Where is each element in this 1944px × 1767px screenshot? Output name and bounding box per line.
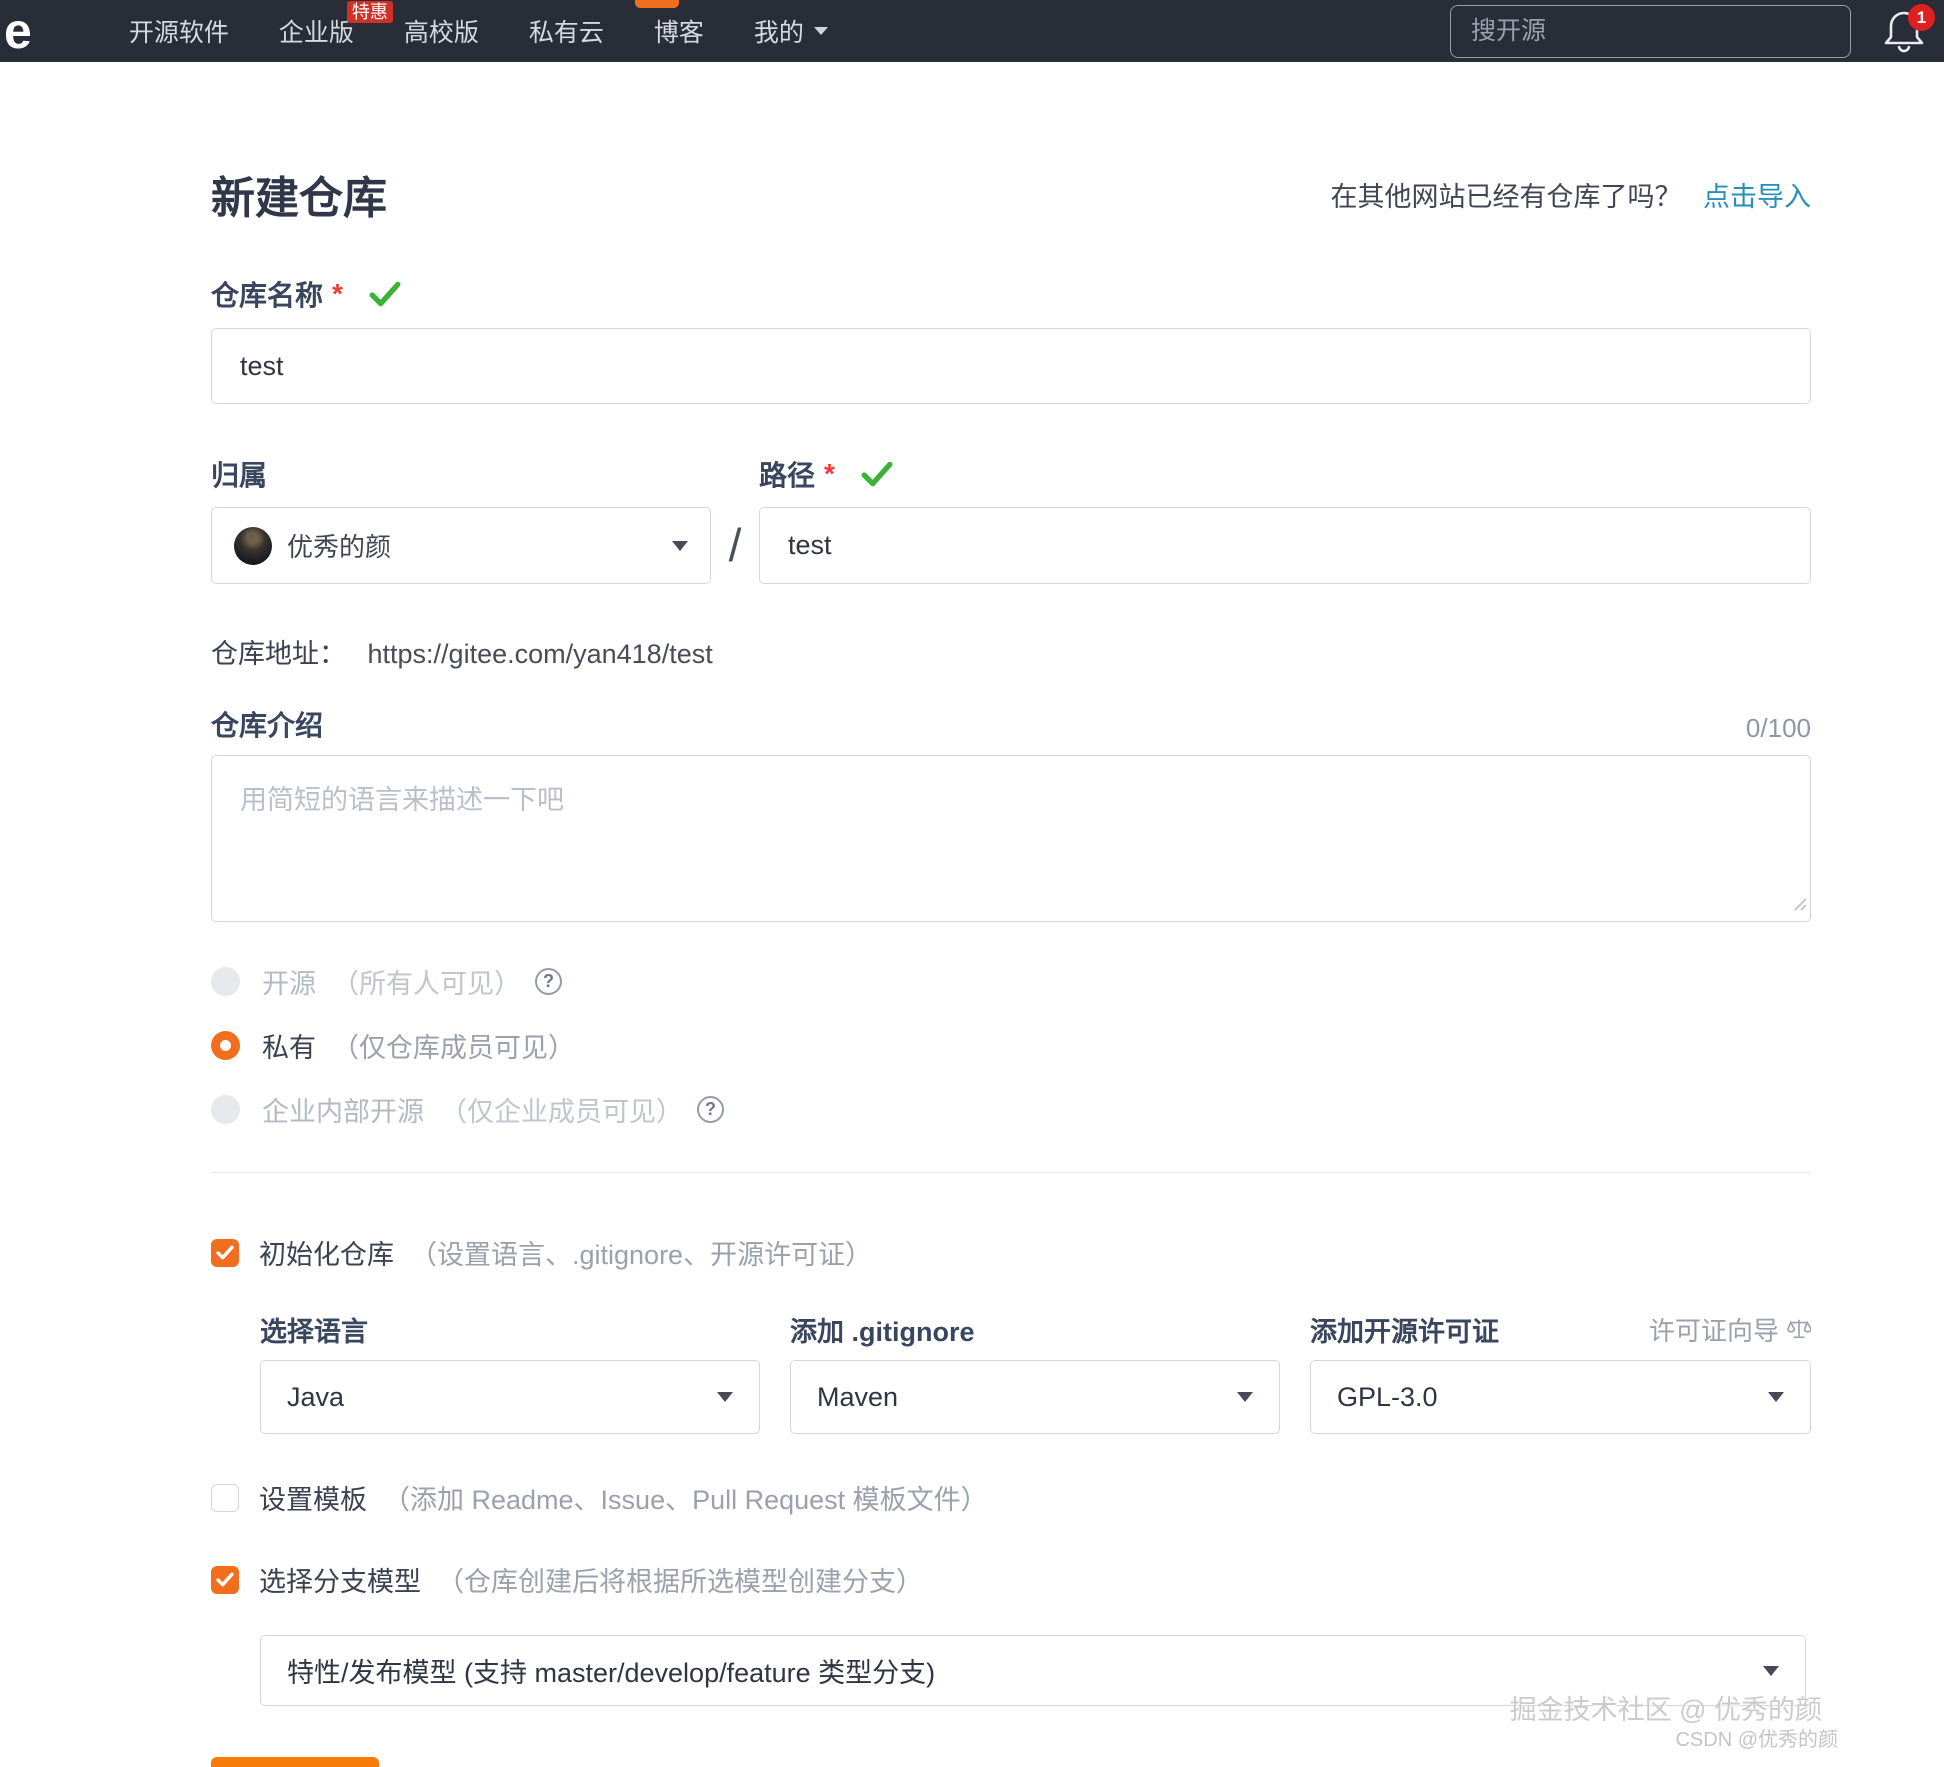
chevron-down-icon — [717, 1392, 733, 1402]
description-textarea[interactable] — [211, 755, 1811, 922]
avatar — [234, 527, 272, 565]
help-icon[interactable]: ? — [535, 968, 562, 995]
language-column: 选择语言 Java — [260, 1312, 760, 1434]
page-title: 新建仓库 — [211, 162, 387, 226]
create-button[interactable]: 创建 — [211, 1757, 379, 1767]
branch-model-value: 特性/发布模型 (支持 master/develop/feature 类型分支) — [287, 1651, 935, 1690]
path-separator: / — [711, 454, 759, 584]
chevron-down-icon — [1768, 1392, 1784, 1402]
wizard-link-label: 许可证向导 — [1649, 1311, 1779, 1348]
nav-item-label: 企业版 — [279, 13, 354, 49]
visibility-options: 开源 （所有人可见） ? 私有 （仅仓库成员可见） 企业内部开源 （仅企业成员可… — [211, 962, 1811, 1129]
license-wizard-link[interactable]: 许可证向导 — [1649, 1311, 1811, 1348]
chevron-down-icon — [1237, 1392, 1253, 1402]
option-hint: （仅仓库成员可见） — [332, 1026, 575, 1065]
option-hint: （所有人可见） — [332, 962, 521, 1001]
repo-path-input[interactable] — [759, 507, 1811, 584]
option-hint: （仅企业成员可见） — [440, 1090, 683, 1129]
repo-url-value: https://gitee.com/yan418/test — [368, 639, 713, 669]
option-name: 私有 — [262, 1026, 316, 1065]
branch-model-row: 选择分支模型 （仓库创建后将根据所选模型创建分支） — [211, 1560, 1811, 1599]
owner-label: 归属 — [211, 454, 267, 494]
nav-item-label: 开源软件 — [129, 13, 229, 49]
license-select[interactable]: GPL-3.0 — [1310, 1360, 1811, 1434]
init-repo-row: 初始化仓库 （设置语言、.gitignore、开源许可证） — [211, 1233, 1811, 1272]
chevron-down-icon — [672, 541, 688, 551]
template-hint: （添加 Readme、Issue、Pull Request 模板文件） — [383, 1478, 988, 1517]
valid-check-icon — [369, 280, 401, 308]
branch-model-checkbox[interactable] — [211, 1566, 239, 1594]
license-label: 添加开源许可证 — [1310, 1310, 1499, 1349]
scale-icon — [1787, 1317, 1811, 1341]
template-label: 设置模板 — [259, 1478, 367, 1517]
visibility-option-innersource[interactable]: 企业内部开源 （仅企业成员可见） ? — [211, 1090, 1811, 1129]
blog-badge — [635, 0, 679, 8]
option-name: 企业内部开源 — [262, 1090, 424, 1129]
gitignore-value: Maven — [817, 1382, 898, 1413]
nav-item-label: 私有云 — [529, 13, 604, 49]
repo-url-label: 仓库地址： — [211, 639, 346, 669]
notification-bell[interactable]: 1 — [1881, 4, 1927, 58]
license-column: 添加开源许可证 许可证向导 GPL-3.0 — [1310, 1312, 1811, 1434]
nav-item-label: 我的 — [754, 13, 804, 49]
description-label: 仓库介绍 — [211, 704, 323, 744]
nav-item-enterprise[interactable]: 企业版 特惠 — [254, 0, 379, 62]
import-question: 在其他网站已经有仓库了吗？ — [1330, 182, 1681, 212]
required-asterisk: * — [332, 278, 343, 310]
help-icon[interactable]: ? — [697, 1096, 724, 1123]
valid-check-icon — [861, 460, 893, 488]
branch-model-label: 选择分支模型 — [259, 1560, 421, 1599]
init-repo-checkbox[interactable] — [211, 1239, 239, 1267]
language-label: 选择语言 — [260, 1310, 368, 1349]
top-navbar: e 开源软件 企业版 特惠 高校版 私有云 博客 我的 1 — [0, 0, 1944, 62]
visibility-option-public[interactable]: 开源 （所有人可见） ? — [211, 962, 1811, 1001]
repo-name-input[interactable] — [211, 328, 1811, 404]
nav-item-mine[interactable]: 我的 — [729, 0, 853, 62]
chevron-down-icon — [814, 27, 828, 35]
gitignore-select[interactable]: Maven — [790, 1360, 1280, 1434]
nav-item-blog[interactable]: 博客 — [629, 0, 729, 62]
nav-item-label: 高校版 — [404, 13, 479, 49]
nav-item-education[interactable]: 高校版 — [379, 0, 504, 62]
watermark-juejin: 掘金技术社区 @ 优秀的颜 — [1510, 1688, 1822, 1727]
init-repo-hint: （设置语言、.gitignore、开源许可证） — [410, 1233, 872, 1272]
path-label: 路径 — [759, 454, 815, 494]
radio-icon[interactable] — [211, 967, 240, 996]
nav-item-opensource[interactable]: 开源软件 — [104, 0, 254, 62]
nav-menu: 开源软件 企业版 特惠 高校版 私有云 博客 我的 — [104, 0, 853, 62]
notification-count-badge: 1 — [1908, 4, 1935, 31]
char-counter: 0/100 — [1746, 713, 1811, 744]
template-checkbox[interactable] — [211, 1484, 239, 1512]
resize-handle-icon[interactable] — [1791, 895, 1807, 916]
owner-name: 优秀的颜 — [287, 527, 391, 564]
import-link[interactable]: 点击导入 — [1703, 182, 1811, 212]
owner-select[interactable]: 优秀的颜 — [211, 507, 711, 584]
visibility-option-private[interactable]: 私有 （仅仓库成员可见） — [211, 1026, 1811, 1065]
branch-model-hint: （仓库创建后将根据所选模型创建分支） — [437, 1560, 923, 1599]
option-name: 开源 — [262, 962, 316, 1001]
repo-name-label: 仓库名称 — [211, 274, 323, 314]
license-value: GPL-3.0 — [1337, 1382, 1438, 1413]
gitignore-column: 添加 .gitignore Maven — [790, 1312, 1280, 1434]
search-input[interactable] — [1450, 5, 1851, 58]
language-value: Java — [287, 1382, 344, 1413]
language-select[interactable]: Java — [260, 1360, 760, 1434]
nav-item-private-cloud[interactable]: 私有云 — [504, 0, 629, 62]
required-asterisk: * — [824, 458, 835, 490]
init-repo-label: 初始化仓库 — [259, 1233, 394, 1272]
watermark-csdn: CSDN @优秀的颜 — [1675, 1723, 1838, 1752]
gitee-logo[interactable]: e — [4, 2, 32, 60]
divider — [211, 1172, 1811, 1173]
template-row: 设置模板 （添加 Readme、Issue、Pull Request 模板文件） — [211, 1478, 1811, 1517]
radio-icon-selected[interactable] — [211, 1031, 240, 1060]
nav-item-label: 博客 — [654, 13, 704, 49]
gitignore-label: 添加 .gitignore — [790, 1310, 975, 1349]
new-repo-form: 新建仓库 在其他网站已经有仓库了吗？ 点击导入 仓库名称 * 归属 优秀的颜 / — [211, 162, 1811, 1767]
chevron-down-icon — [1763, 1666, 1779, 1676]
radio-icon[interactable] — [211, 1095, 240, 1124]
